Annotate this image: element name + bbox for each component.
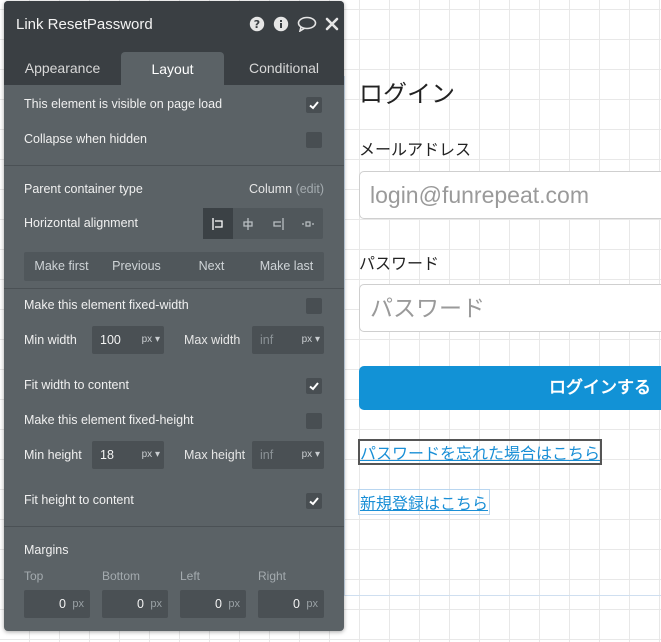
- email-label[interactable]: メールアドレス: [359, 136, 471, 160]
- fixed-width-checkbox[interactable]: [306, 298, 322, 314]
- section-divider: [4, 288, 344, 289]
- password-input[interactable]: パスワード: [359, 284, 661, 332]
- max-height-input[interactable]: inf px ▾: [252, 441, 324, 469]
- collapse-hidden-label: Collapse when hidden: [24, 132, 148, 146]
- parent-container-edit-link[interactable]: (edit): [296, 182, 324, 196]
- element-order-bar: Make first Previous Next Make last: [24, 252, 324, 281]
- parent-container-label: Parent container type: [24, 182, 143, 196]
- min-height-unit-dropdown[interactable]: px ▾: [142, 441, 160, 469]
- caret-down-icon: ▾: [314, 334, 320, 345]
- property-editor-panel: Link ResetPassword ? Appearance Layout C…: [4, 1, 344, 631]
- unit-label: px: [301, 334, 313, 345]
- margin-bottom-unit: px: [150, 598, 162, 610]
- align-left-icon[interactable]: [203, 208, 233, 239]
- margin-right-unit: px: [306, 598, 318, 610]
- visible-on-load-label: This element is visible on page load: [24, 97, 223, 111]
- signup-link[interactable]: 新規登録はこちら: [357, 489, 491, 515]
- fit-height-label: Fit height to content: [24, 493, 134, 507]
- max-width-placeholder: inf: [260, 333, 274, 347]
- min-width-value: 100: [100, 333, 121, 347]
- section-divider: [4, 526, 344, 527]
- parent-container-value: Column (edit): [249, 182, 324, 196]
- margin-left-label: Left: [180, 569, 201, 583]
- align-center-icon[interactable]: [233, 208, 263, 239]
- min-height-label: Min height: [24, 448, 82, 462]
- panel-tabs: Appearance Layout Conditional: [4, 47, 344, 85]
- collapse-hidden-checkbox[interactable]: [306, 132, 322, 148]
- fit-width-checkbox[interactable]: [306, 378, 322, 394]
- close-icon[interactable]: [324, 16, 340, 32]
- min-width-label: Min width: [24, 333, 77, 347]
- password-label[interactable]: パスワード: [359, 250, 439, 274]
- margin-bottom-value: 0: [137, 597, 144, 611]
- align-right-icon[interactable]: [263, 208, 293, 239]
- max-width-label: Max width: [184, 333, 241, 347]
- margin-top-input[interactable]: 0 px: [24, 590, 90, 618]
- margin-left-unit: px: [228, 598, 240, 610]
- tab-conditional[interactable]: Conditional: [224, 47, 344, 85]
- make-last-button[interactable]: Make last: [249, 252, 324, 281]
- margin-top-label: Top: [24, 569, 44, 583]
- caret-down-icon: ▾: [154, 334, 160, 345]
- parent-container-type: Column: [249, 182, 293, 196]
- fit-height-checkbox[interactable]: [306, 493, 322, 509]
- help-icon[interactable]: ?: [249, 16, 265, 32]
- max-width-input[interactable]: inf px ▾: [252, 326, 324, 354]
- fixed-height-checkbox[interactable]: [306, 413, 322, 429]
- login-button[interactable]: ログインする: [359, 366, 661, 410]
- max-height-label: Max height: [184, 448, 246, 462]
- reset-password-link[interactable]: パスワードを忘れた場合はこちら: [357, 439, 603, 465]
- tab-appearance[interactable]: Appearance: [4, 47, 121, 85]
- fixed-height-label: Make this element fixed-height: [24, 413, 194, 427]
- unit-label: px: [301, 449, 313, 460]
- next-button[interactable]: Next: [174, 252, 249, 281]
- margin-top-value: 0: [59, 597, 66, 611]
- unit-label: px: [141, 334, 153, 345]
- checkmark-icon: [309, 101, 319, 110]
- panel-title: Link ResetPassword: [16, 16, 153, 33]
- min-height-input[interactable]: 18 px ▾: [92, 441, 164, 469]
- previous-button[interactable]: Previous: [99, 252, 174, 281]
- svg-text:?: ?: [254, 18, 260, 31]
- margin-bottom-label: Bottom: [102, 569, 141, 583]
- visible-on-load-checkbox[interactable]: [306, 97, 322, 113]
- margin-left-input[interactable]: 0 px: [180, 590, 246, 618]
- min-height-value: 18: [100, 448, 114, 462]
- max-height-unit-dropdown[interactable]: px ▾: [302, 441, 320, 469]
- caret-down-icon: ▾: [314, 449, 320, 460]
- margin-bottom-input[interactable]: 0 px: [102, 590, 168, 618]
- unit-label: px: [141, 449, 153, 460]
- panel-header[interactable]: Link ResetPassword ?: [4, 1, 344, 47]
- checkmark-icon: [309, 382, 319, 391]
- section-divider: [4, 165, 344, 166]
- align-distribute-icon[interactable]: [293, 208, 323, 239]
- max-height-placeholder: inf: [260, 448, 274, 462]
- checkmark-icon: [309, 497, 319, 506]
- margin-right-value: 0: [293, 597, 300, 611]
- comment-icon[interactable]: [297, 16, 317, 33]
- horizontal-alignment-label: Horizontal alignment: [24, 216, 138, 230]
- fixed-width-label: Make this element fixed-width: [24, 298, 189, 312]
- margin-right-input[interactable]: 0 px: [258, 590, 324, 618]
- max-width-unit-dropdown[interactable]: px ▾: [302, 326, 320, 354]
- caret-down-icon: ▾: [154, 449, 160, 460]
- min-width-unit-dropdown[interactable]: px ▾: [142, 326, 160, 354]
- login-title[interactable]: ログイン: [359, 74, 455, 109]
- horizontal-alignment-group: [203, 208, 323, 239]
- fit-width-label: Fit width to content: [24, 378, 129, 392]
- info-icon[interactable]: [273, 16, 289, 32]
- email-input[interactable]: login@funrepeat.com: [359, 171, 661, 219]
- make-first-button[interactable]: Make first: [24, 252, 99, 281]
- min-width-input[interactable]: 100 px ▾: [92, 326, 164, 354]
- margins-label: Margins: [24, 543, 69, 557]
- margin-left-value: 0: [215, 597, 222, 611]
- tab-layout[interactable]: Layout: [121, 52, 224, 85]
- margin-right-label: Right: [258, 569, 287, 583]
- margin-top-unit: px: [72, 598, 84, 610]
